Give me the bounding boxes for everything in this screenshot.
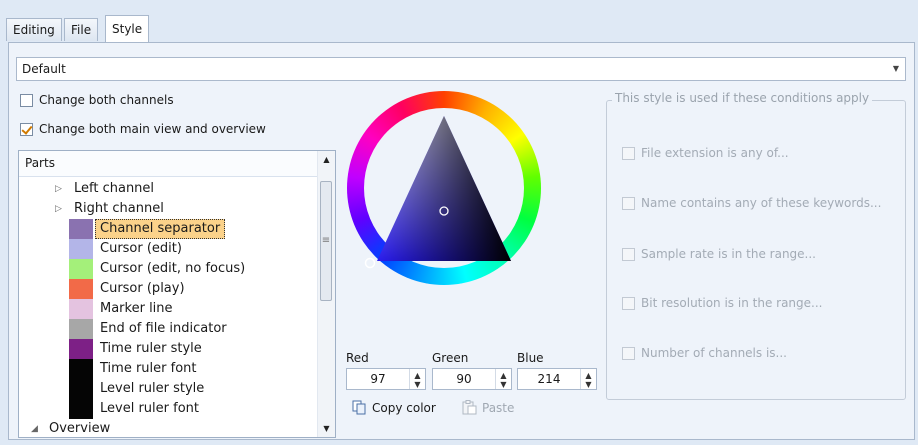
checkbox-box[interactable] [622, 146, 635, 160]
checkbox-box[interactable] [20, 93, 33, 107]
condition-bit-resolution[interactable]: Bit resolution is in the range... [622, 296, 822, 310]
red-stepper[interactable]: 97 ▲ ▼ [346, 368, 426, 390]
tree-item-cursor-edit-no-focus[interactable]: Cursor (edit, no focus) [19, 259, 319, 279]
conditions-title: This style is used if these conditions a… [612, 91, 873, 105]
green-value[interactable]: 90 [433, 369, 495, 389]
condition-label: File extension is any of... [641, 146, 789, 160]
blue-stepper[interactable]: 214 ▲ ▼ [517, 368, 597, 390]
condition-label: Bit resolution is in the range... [641, 296, 823, 310]
paste-button[interactable]: Paste [462, 400, 514, 415]
condition-label: Sample rate is in the range... [641, 247, 816, 261]
color-swatch [69, 399, 93, 419]
checkbox-box[interactable] [622, 346, 635, 360]
expand-icon[interactable]: ▷ [55, 199, 62, 219]
tree-item-label: Cursor (edit, no focus) [100, 261, 246, 276]
tree-item-label: Left channel [74, 181, 155, 196]
color-swatch [69, 259, 93, 279]
tab-editing[interactable]: Editing [6, 18, 62, 41]
color-swatch [69, 359, 93, 379]
tree-item-label: Cursor (play) [100, 281, 185, 296]
copy-color-button[interactable]: Copy color [352, 400, 436, 415]
copy-icon [352, 400, 367, 415]
chevron-down-icon[interactable]: ▼ [887, 58, 905, 80]
condition-label: Name contains any of these keywords... [641, 196, 882, 210]
collapse-icon[interactable]: ◢ [31, 419, 38, 437]
tree-item-label: Channel separator [95, 219, 226, 239]
paste-label: Paste [482, 400, 515, 415]
checkbox-box[interactable] [622, 247, 635, 261]
blue-value[interactable]: 214 [518, 369, 580, 389]
green-label: Green [432, 351, 469, 365]
checkbox-box[interactable] [622, 296, 635, 310]
color-swatch [69, 239, 93, 259]
tree-item-cursor-edit[interactable]: Cursor (edit) [19, 239, 319, 259]
condition-sample-rate[interactable]: Sample rate is in the range... [622, 247, 816, 261]
change-both-views-checkbox[interactable]: Change both main view and overview [20, 122, 266, 136]
tree-item-level-ruler-style[interactable]: Level ruler style [19, 379, 319, 399]
tree-item-label: Time ruler style [100, 341, 202, 356]
tree-item-left-channel[interactable]: ▷ Left channel [19, 179, 319, 199]
parts-list[interactable]: Parts ▷ Left channel ▷ Right channel Cha… [18, 150, 336, 438]
checkbox-box[interactable] [20, 122, 33, 136]
stepper-arrows-icon[interactable]: ▲ ▼ [495, 369, 511, 389]
tree-item-time-ruler-style[interactable]: Time ruler style [19, 339, 319, 359]
tree-item-overview[interactable]: ◢ Overview [19, 419, 319, 437]
tree-item-right-channel[interactable]: ▷ Right channel [19, 199, 319, 219]
parts-scrollbar[interactable]: ▲ ≡ ▼ [317, 151, 335, 437]
paste-icon [462, 400, 477, 415]
tree-item-label: Overview [49, 421, 111, 436]
blue-label: Blue [517, 351, 544, 365]
green-stepper[interactable]: 90 ▲ ▼ [432, 368, 512, 390]
tree-item-end-of-file-indicator[interactable]: End of file indicator [19, 319, 319, 339]
condition-file-extension[interactable]: File extension is any of... [622, 146, 789, 160]
checkbox-box[interactable] [622, 196, 635, 210]
parts-tree: ▷ Left channel ▷ Right channel Channel s… [19, 179, 319, 437]
expand-icon[interactable]: ▷ [55, 179, 62, 199]
color-swatch [69, 339, 93, 359]
tree-item-label: Level ruler font [100, 401, 199, 416]
scroll-down-icon[interactable]: ▼ [318, 420, 335, 437]
red-value[interactable]: 97 [347, 369, 409, 389]
tree-item-time-ruler-font[interactable]: Time ruler font [19, 359, 319, 379]
color-swatch [69, 219, 93, 239]
tree-item-label: End of file indicator [100, 321, 227, 336]
tree-item-label: Marker line [100, 301, 173, 316]
color-swatch [69, 299, 93, 319]
tree-item-label: Level ruler style [100, 381, 205, 396]
tree-item-label: Time ruler font [100, 361, 197, 376]
tree-item-level-ruler-font[interactable]: Level ruler font [19, 399, 319, 419]
color-swatch [69, 319, 93, 339]
color-picker[interactable] [346, 90, 542, 286]
copy-color-label: Copy color [372, 400, 436, 415]
style-select[interactable]: Default ▼ [16, 57, 906, 81]
color-wheel[interactable] [346, 90, 542, 286]
color-swatch [69, 379, 93, 399]
tree-item-label: Cursor (edit) [100, 241, 182, 256]
tree-item-label: Right channel [74, 201, 164, 216]
scroll-up-icon[interactable]: ▲ [318, 151, 335, 168]
condition-number-of-channels[interactable]: Number of channels is... [622, 346, 787, 360]
style-select-value: Default [22, 62, 66, 76]
color-swatch [69, 279, 93, 299]
tree-item-channel-separator[interactable]: Channel separator [19, 219, 319, 239]
condition-name-keywords[interactable]: Name contains any of these keywords... [622, 196, 881, 210]
stepper-arrows-icon[interactable]: ▲ ▼ [580, 369, 596, 389]
tab-file[interactable]: File [64, 18, 99, 41]
red-label: Red [346, 351, 369, 365]
scrollbar-thumb[interactable]: ≡ [320, 181, 332, 301]
stepper-arrows-icon[interactable]: ▲ ▼ [409, 369, 425, 389]
condition-label: Number of channels is... [641, 346, 787, 360]
tree-item-cursor-play[interactable]: Cursor (play) [19, 279, 319, 299]
change-both-channels-checkbox[interactable]: Change both channels [20, 93, 174, 107]
tree-item-marker-line[interactable]: Marker line [19, 299, 319, 319]
change-both-channels-label: Change both channels [39, 93, 174, 107]
parts-header: Parts [19, 151, 335, 177]
change-both-views-label: Change both main view and overview [39, 122, 266, 136]
tab-style[interactable]: Style [105, 15, 150, 42]
